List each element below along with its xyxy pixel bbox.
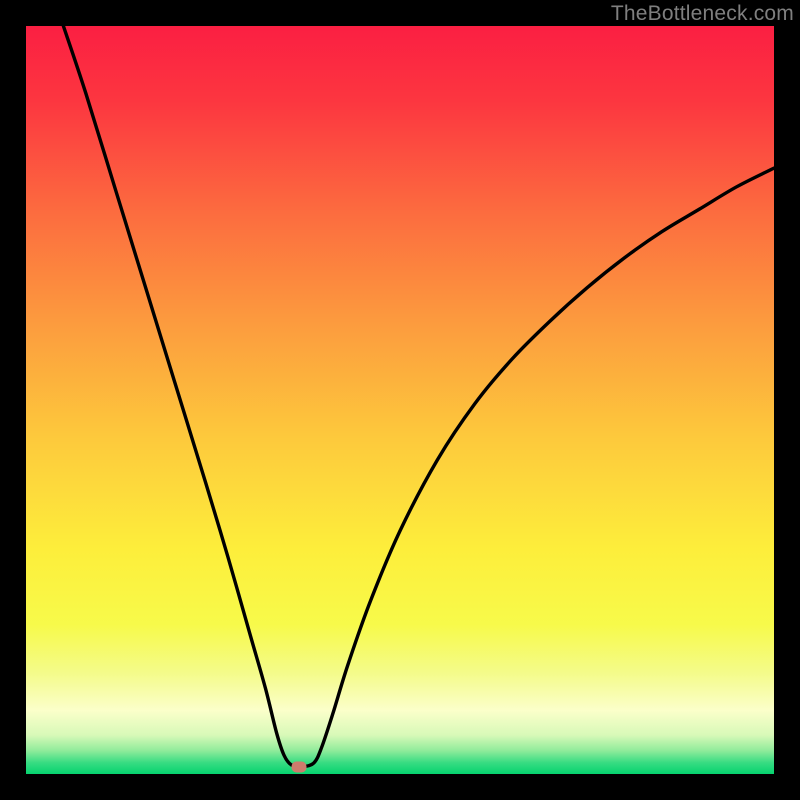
chart-plot-area: [26, 26, 774, 774]
chart-frame: TheBottleneck.com: [0, 0, 800, 800]
watermark-text: TheBottleneck.com: [611, 2, 794, 26]
bottleneck-curve: [26, 26, 774, 774]
optimum-marker: [292, 761, 307, 772]
